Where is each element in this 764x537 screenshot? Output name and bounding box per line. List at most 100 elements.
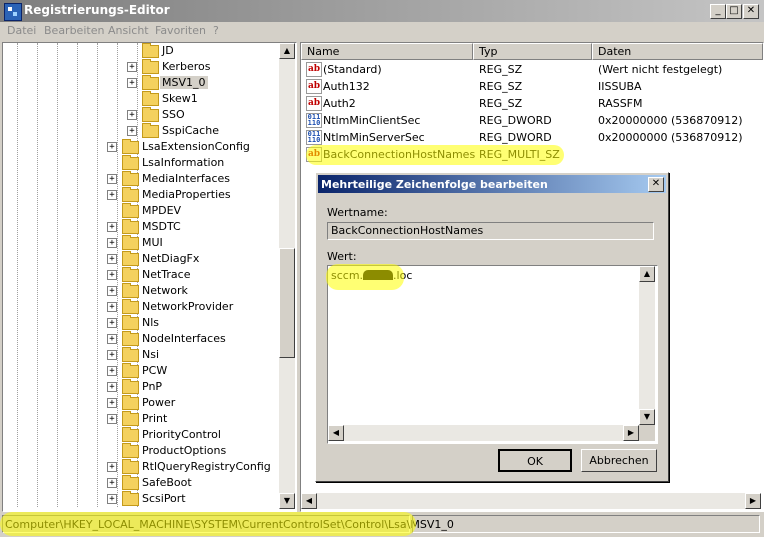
menu-edit[interactable]: Bearbeiten <box>44 24 104 37</box>
ok-button[interactable]: OK <box>498 449 572 472</box>
expand-plus-icon[interactable]: + <box>107 478 117 488</box>
tree-item[interactable]: + MediaInterfaces <box>3 171 279 187</box>
list-horizontal-scrollbar[interactable]: ◀ ▶ <box>301 493 761 509</box>
expand-plus-icon[interactable]: + <box>107 414 117 424</box>
tree-item-label: MediaInterfaces <box>142 172 231 185</box>
expand-plus-icon[interactable]: + <box>127 126 137 136</box>
expand-plus-icon[interactable]: + <box>107 238 117 248</box>
expand-plus-icon[interactable]: + <box>107 174 117 184</box>
value-data-textarea[interactable]: sccm. .loc ▲ ▼ ◀ ▶ <box>327 265 658 444</box>
tree-item[interactable]: JD <box>3 43 279 59</box>
tree-item-label: ProductOptions <box>142 444 227 457</box>
tree-item[interactable]: + MSDTC <box>3 219 279 235</box>
title-bar[interactable]: Registrierungs-Editor _ □ ✕ <box>0 0 764 22</box>
tree-item-label: SSO <box>162 108 185 121</box>
textarea-scroll-up-icon[interactable]: ▲ <box>639 266 655 282</box>
tree-item[interactable]: ProductOptions <box>3 443 279 459</box>
key-tree[interactable]: JD + Kerberos + MSV1_0 Skew1 + SSO + SspiCache + Ls… <box>2 42 297 512</box>
tree-item[interactable]: + ScsiPort <box>3 491 279 507</box>
expand-plus-icon[interactable]: + <box>107 286 117 296</box>
tree-scroll-thumb[interactable] <box>279 248 295 358</box>
expand-plus-icon[interactable]: + <box>107 494 117 504</box>
column-header-type[interactable]: Typ <box>473 43 592 60</box>
value-row[interactable]: 011 110 NtlmMinClientSec REG_DWORD 0x200000… <box>301 112 761 129</box>
dialog-close-button[interactable]: ✕ <box>648 177 664 192</box>
minimize-button[interactable]: _ <box>710 4 726 19</box>
value-row[interactable]: 011 110 NtlmMinServerSec REG_DWORD 0x200000… <box>301 129 761 146</box>
column-header-name[interactable]: Name <box>301 43 473 60</box>
value-data: RASSFM <box>598 97 643 110</box>
value-row[interactable]: ab BackConnectionHostNames REG_MULTI_SZ <box>301 146 761 163</box>
expand-plus-icon[interactable]: + <box>107 350 117 360</box>
menu-view[interactable]: Ansicht <box>108 24 149 37</box>
tree-item[interactable]: + PnP <box>3 379 279 395</box>
expand-plus-icon[interactable]: + <box>107 190 117 200</box>
expand-plus-icon[interactable]: + <box>107 382 117 392</box>
tree-item[interactable]: + SafeBoot <box>3 475 279 491</box>
value-row[interactable]: ab Auth132 REG_SZ IISSUBA <box>301 78 761 95</box>
tree-item[interactable]: + SSO <box>3 107 279 123</box>
value-row[interactable]: ab (Standard) REG_SZ (Wert nicht festgelegt… <box>301 61 761 78</box>
dialog-title-bar[interactable]: Mehrteilige Zeichenfolge bearbeiten ✕ <box>318 175 666 193</box>
expand-plus-icon[interactable]: + <box>107 222 117 232</box>
expand-plus-icon[interactable]: + <box>107 366 117 376</box>
menu-favorites[interactable]: Favoriten <box>155 24 206 37</box>
tree-item[interactable]: + NetTrace <box>3 267 279 283</box>
tree-item[interactable]: + Nls <box>3 315 279 331</box>
expand-plus-icon[interactable]: + <box>107 142 117 152</box>
textarea-horizontal-scrollbar[interactable]: ◀ ▶ <box>328 425 639 441</box>
expand-plus-icon[interactable]: + <box>107 398 117 408</box>
textarea-scroll-right-icon[interactable]: ▶ <box>623 425 639 441</box>
window-title: Registrierungs-Editor <box>24 3 170 17</box>
expand-plus-icon[interactable]: + <box>107 334 117 344</box>
maximize-button[interactable]: □ <box>726 4 742 19</box>
edit-multi-string-dialog[interactable]: Mehrteilige Zeichenfolge bearbeiten ✕ We… <box>315 172 669 482</box>
textarea-vertical-scrollbar[interactable]: ▲ ▼ <box>639 266 655 425</box>
scroll-up-arrow-icon[interactable]: ▲ <box>279 43 295 59</box>
expand-plus-icon[interactable]: + <box>107 270 117 280</box>
expand-plus-icon[interactable]: + <box>107 254 117 264</box>
folder-icon <box>122 251 139 266</box>
tree-item-label: SspiCache <box>162 124 219 137</box>
scroll-left-arrow-icon[interactable]: ◀ <box>301 493 317 509</box>
menu-file[interactable]: Datei <box>7 24 36 37</box>
scroll-down-arrow-icon[interactable]: ▼ <box>279 493 295 509</box>
tree-item[interactable]: + PCW <box>3 363 279 379</box>
tree-item[interactable]: + NodeInterfaces <box>3 331 279 347</box>
tree-item[interactable]: + Network <box>3 283 279 299</box>
tree-item-label: NetDiagFx <box>142 252 200 265</box>
tree-item[interactable]: Skew1 <box>3 91 279 107</box>
tree-item[interactable]: + Print <box>3 411 279 427</box>
tree-vertical-scrollbar[interactable]: ▲ ▼ <box>279 43 295 509</box>
textarea-scroll-down-icon[interactable]: ▼ <box>639 409 655 425</box>
binary-value-icon: 011 110 <box>306 130 322 145</box>
tree-item[interactable]: + Power <box>3 395 279 411</box>
expand-plus-icon[interactable]: + <box>127 110 137 120</box>
tree-item[interactable]: + LsaExtensionConfig <box>3 139 279 155</box>
tree-item[interactable]: MPDEV <box>3 203 279 219</box>
tree-item[interactable]: + RtlQueryRegistryConfig <box>3 459 279 475</box>
tree-item[interactable]: + MUI <box>3 235 279 251</box>
tree-item[interactable]: PriorityControl <box>3 427 279 443</box>
tree-item[interactable]: + Kerberos <box>3 59 279 75</box>
expand-plus-icon[interactable]: + <box>107 462 117 472</box>
cancel-button[interactable]: Abbrechen <box>581 449 657 472</box>
expand-plus-icon[interactable]: + <box>127 62 137 72</box>
tree-item[interactable]: + MediaProperties <box>3 187 279 203</box>
expand-plus-icon[interactable]: + <box>107 318 117 328</box>
tree-item[interactable]: LsaInformation <box>3 155 279 171</box>
tree-item[interactable]: + SspiCache <box>3 123 279 139</box>
tree-item[interactable]: + Nsi <box>3 347 279 363</box>
list-scroll-area[interactable] <box>317 493 745 507</box>
expand-plus-icon[interactable]: + <box>127 78 137 88</box>
expand-plus-icon[interactable]: + <box>107 302 117 312</box>
scroll-right-arrow-icon[interactable]: ▶ <box>745 493 761 509</box>
tree-item[interactable]: + MSV1_0 <box>3 75 279 91</box>
textarea-scroll-left-icon[interactable]: ◀ <box>328 425 344 441</box>
column-header-data[interactable]: Daten <box>592 43 763 60</box>
value-row[interactable]: ab Auth2 REG_SZ RASSFM <box>301 95 761 112</box>
close-button[interactable]: ✕ <box>743 4 759 19</box>
tree-item[interactable]: + NetDiagFx <box>3 251 279 267</box>
tree-item[interactable]: + NetworkProvider <box>3 299 279 315</box>
menu-help[interactable]: ? <box>213 24 219 37</box>
